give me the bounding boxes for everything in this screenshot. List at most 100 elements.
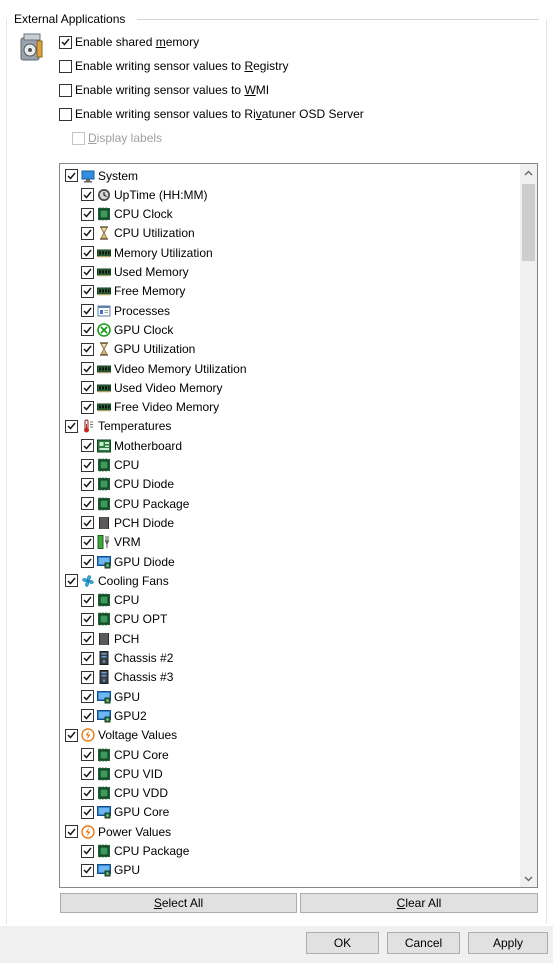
checkbox[interactable] xyxy=(81,207,94,221)
checkbox[interactable] xyxy=(81,458,94,472)
checkbox[interactable] xyxy=(81,342,94,356)
tree-group-voltage-values[interactable]: Voltage Values xyxy=(65,726,177,745)
option-enable-writing-sensor-values-to-wmi[interactable]: Enable writing sensor values to WMI xyxy=(59,81,269,99)
checkbox[interactable] xyxy=(81,748,94,761)
checkbox[interactable] xyxy=(81,188,94,202)
checkbox[interactable] xyxy=(65,728,78,742)
checkbox[interactable] xyxy=(81,284,94,298)
tree-item-gpu-utilization[interactable]: GPU Utilization xyxy=(81,340,195,359)
tree-group-power-values[interactable]: Power Values xyxy=(65,822,171,841)
tree-item-gpu-clock[interactable]: GPU Clock xyxy=(81,320,173,339)
checkbox[interactable] xyxy=(81,362,94,375)
checkbox[interactable] xyxy=(81,226,94,240)
scroll-thumb[interactable] xyxy=(522,184,535,261)
tree-item-processes[interactable]: Processes xyxy=(81,301,170,320)
tree-item-free-memory[interactable]: Free Memory xyxy=(81,282,185,301)
scroll-up-button[interactable] xyxy=(520,164,537,181)
tree-item-chassis-3[interactable]: Chassis #3 xyxy=(81,668,173,687)
tree-item-gpu[interactable]: GPU xyxy=(81,861,140,880)
tree-item-cpu-utilization[interactable]: CPU Utilization xyxy=(81,224,195,243)
power-icon xyxy=(81,824,95,839)
tree-item-cpu[interactable]: CPU xyxy=(81,591,139,610)
tree-group-system[interactable]: System xyxy=(65,166,138,185)
tree-item-cpu-package[interactable]: CPU Package xyxy=(81,494,189,513)
checkbox[interactable] xyxy=(59,107,72,121)
tree-label: GPU Utilization xyxy=(114,342,196,357)
checkbox[interactable] xyxy=(81,246,94,260)
ok-button[interactable]: OK xyxy=(306,932,379,954)
checkbox[interactable] xyxy=(81,381,94,395)
checkbox[interactable] xyxy=(81,535,94,549)
tree-group-temperatures[interactable]: Temperatures xyxy=(65,417,171,436)
chip-icon xyxy=(98,612,110,627)
checkbox[interactable] xyxy=(81,651,94,665)
external-applications-icon xyxy=(20,33,43,61)
chip-icon xyxy=(98,747,110,762)
checkbox[interactable] xyxy=(81,670,94,684)
checkbox[interactable] xyxy=(81,265,94,279)
checkbox[interactable] xyxy=(65,825,78,839)
checkbox[interactable] xyxy=(81,805,94,819)
tree-item-chassis-2[interactable]: Chassis #2 xyxy=(81,649,173,668)
checkbox[interactable] xyxy=(59,59,72,73)
scroll-down-button[interactable] xyxy=(520,870,537,887)
checkbox[interactable] xyxy=(81,323,94,337)
checkbox[interactable] xyxy=(81,767,94,781)
checkbox[interactable] xyxy=(81,516,94,530)
checkbox[interactable] xyxy=(65,574,78,588)
checkbox[interactable] xyxy=(81,304,94,318)
option-enable-shared-memory[interactable]: Enable shared memory xyxy=(59,33,199,51)
tree-item-cpu-diode[interactable]: CPU Diode xyxy=(81,475,174,494)
tree-item-pch[interactable]: PCH xyxy=(81,629,139,648)
tree-item-uptime-hh-mm[interactable]: UpTime (HH:MM) xyxy=(81,185,208,204)
checkbox[interactable] xyxy=(81,439,94,453)
checkbox[interactable] xyxy=(65,169,78,182)
checkbox[interactable] xyxy=(81,632,94,646)
tree-item-cpu-vid[interactable]: CPU VID xyxy=(81,764,163,783)
checkbox xyxy=(72,131,85,145)
tree-item-motherboard[interactable]: Motherboard xyxy=(81,436,182,455)
checkbox[interactable] xyxy=(81,400,94,414)
option-enable-writing-sensor-values-to-registry[interactable]: Enable writing sensor values to Registry xyxy=(59,57,288,75)
tree-item-cpu-vdd[interactable]: CPU VDD xyxy=(81,784,168,803)
checkbox[interactable] xyxy=(59,35,72,49)
checkbox[interactable] xyxy=(81,555,94,568)
sensor-tree[interactable]: System UpTime (HH:MM) CPU Clock CPU Utiliza… xyxy=(59,163,538,888)
checkbox[interactable] xyxy=(65,419,78,433)
tree-label: Voltage Values xyxy=(98,728,178,743)
tree-item-used-video-memory[interactable]: Used Video Memory xyxy=(81,378,223,397)
checkbox[interactable] xyxy=(81,690,94,704)
tree-item-cpu-clock[interactable]: CPU Clock xyxy=(81,205,173,224)
tree-item-memory-utilization[interactable]: Memory Utilization xyxy=(81,243,213,262)
tree-item-gpu-diode[interactable]: GPU Diode xyxy=(81,552,175,571)
apply-button[interactable]: Apply xyxy=(468,932,548,954)
clear-all-button[interactable]: Clear All xyxy=(300,893,538,913)
tree-item-video-memory-utilization[interactable]: Video Memory Utilization xyxy=(81,359,247,378)
checkbox[interactable] xyxy=(81,593,94,607)
tree-item-pch-diode[interactable]: PCH Diode xyxy=(81,513,174,532)
tree-item-vrm[interactable]: VRM xyxy=(81,533,141,552)
tree-item-gpu-core[interactable]: GPU Core xyxy=(81,803,169,822)
tree-group-cooling-fans[interactable]: Cooling Fans xyxy=(65,571,169,590)
tree-item-cpu-core[interactable]: CPU Core xyxy=(81,745,169,764)
checkbox[interactable] xyxy=(81,786,94,800)
checkbox[interactable] xyxy=(81,709,94,723)
tree-scrollbar[interactable] xyxy=(520,164,537,887)
tree-item-used-memory[interactable]: Used Memory xyxy=(81,263,189,282)
checkbox[interactable] xyxy=(81,844,94,858)
tree-item-gpu[interactable]: GPU xyxy=(81,687,140,706)
tree-item-gpu2[interactable]: GPU2 xyxy=(81,706,147,725)
select-all-button[interactable]: Select All xyxy=(60,893,297,913)
checkbox[interactable] xyxy=(81,477,94,491)
groupbox-title: External Applications xyxy=(14,12,126,26)
tree-item-cpu-package[interactable]: CPU Package xyxy=(81,842,189,861)
checkbox[interactable] xyxy=(59,83,72,97)
tree-item-cpu-opt[interactable]: CPU OPT xyxy=(81,610,167,629)
checkbox[interactable] xyxy=(81,612,94,626)
tree-item-free-video-memory[interactable]: Free Video Memory xyxy=(81,398,219,417)
checkbox[interactable] xyxy=(81,863,94,877)
tree-item-cpu[interactable]: CPU xyxy=(81,456,139,475)
option-enable-writing-sensor-values-to-rivatuner-osd-server[interactable]: Enable writing sensor values to Rivatune… xyxy=(59,105,364,123)
cancel-button[interactable]: Cancel xyxy=(387,932,460,954)
checkbox[interactable] xyxy=(81,497,94,511)
